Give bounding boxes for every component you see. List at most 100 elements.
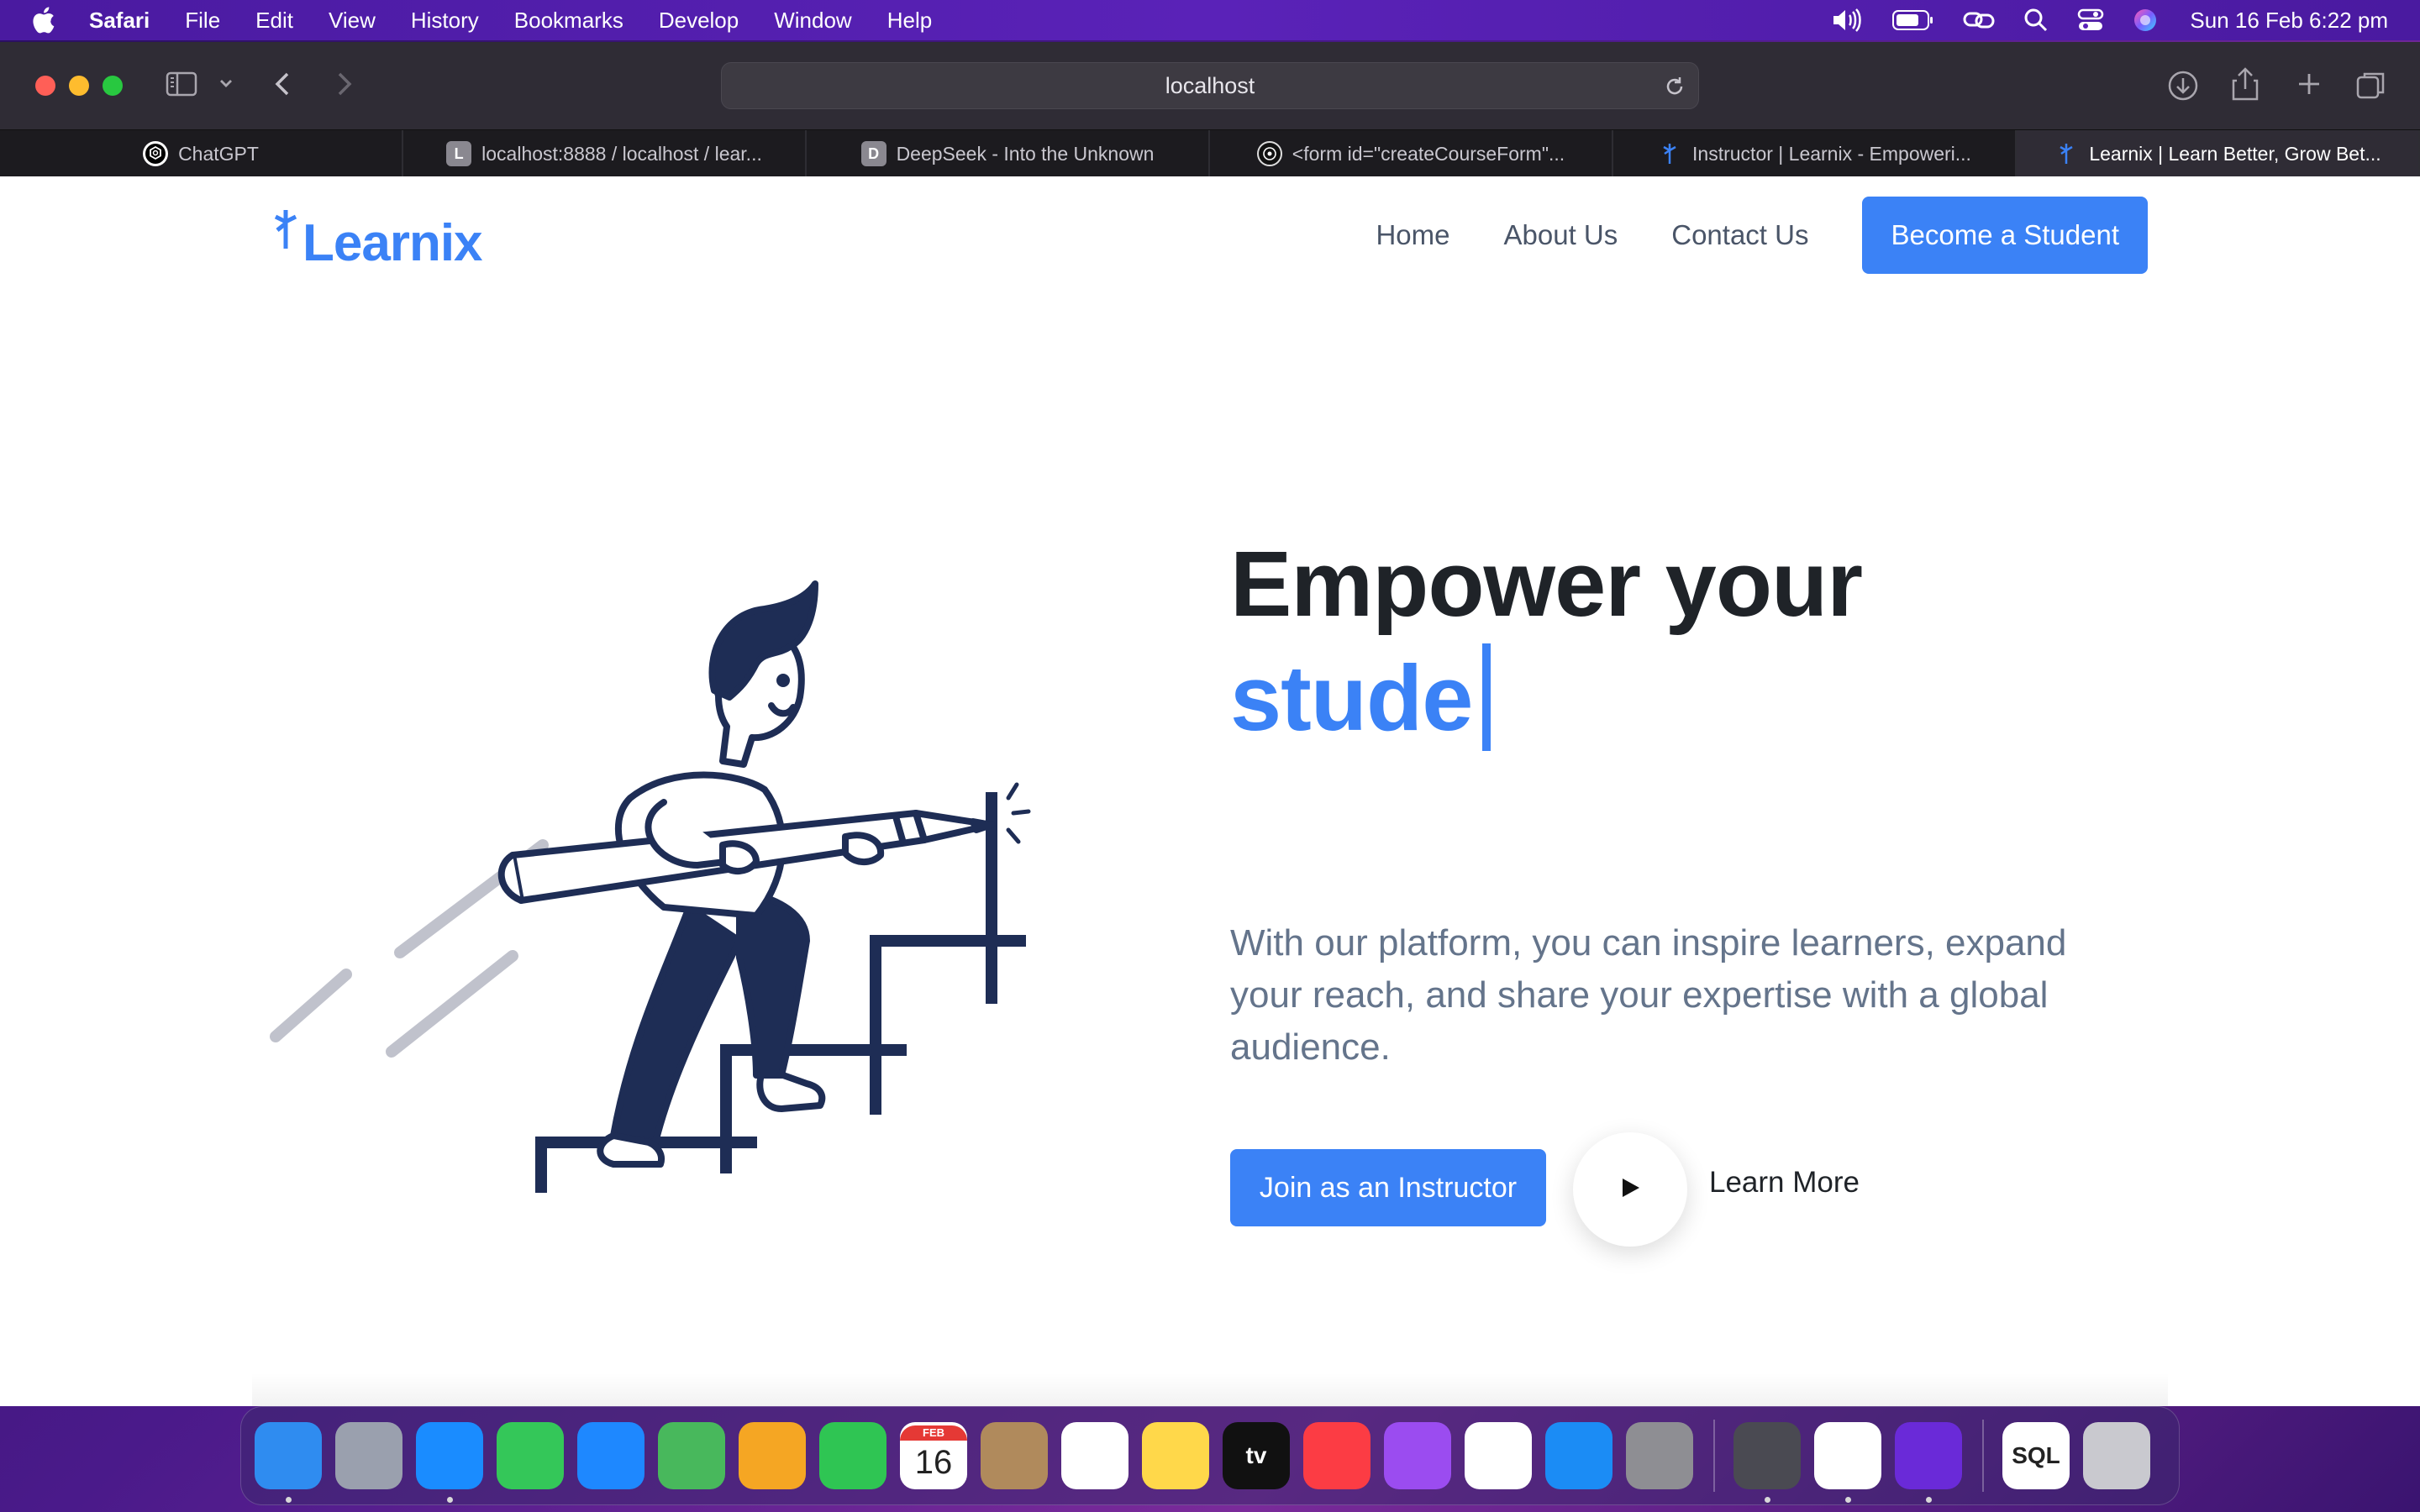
dock-app-maps[interactable] (658, 1422, 725, 1489)
learnix-icon (1657, 141, 1682, 166)
dock-app-notes[interactable] (1142, 1422, 1209, 1489)
dock-app-contacts[interactable] (981, 1422, 1048, 1489)
nav-about-us[interactable]: About Us (1504, 219, 1618, 251)
join-instructor-button[interactable]: Join as an Instructor (1230, 1149, 1546, 1226)
dock-app-tableplus[interactable] (1733, 1422, 1801, 1503)
menu-file[interactable]: File (185, 8, 220, 34)
minimize-window-button[interactable] (69, 76, 89, 96)
tab-phpmyadmin[interactable]: L localhost:8888 / localhost / lear... (403, 130, 807, 177)
dock-app-calendar[interactable]: FEB 16 (900, 1422, 967, 1489)
menubar-clock[interactable]: Sun 16 Feb 6:22 pm (2190, 8, 2388, 34)
dock-app-launchpad[interactable] (335, 1422, 402, 1489)
logo-star-icon (272, 208, 299, 262)
menubar-status-area: Sun 16 Feb 6:22 pm (1803, 0, 2388, 40)
back-arrow-icon[interactable] (271, 69, 296, 99)
address-bar[interactable]: localhost (721, 62, 1699, 109)
nav-contact-us[interactable]: Contact Us (1671, 219, 1808, 251)
sidebar-toggle-icon[interactable] (165, 67, 198, 101)
menu-history[interactable]: History (411, 8, 479, 34)
apple-menu-icon[interactable] (30, 6, 64, 34)
dock-app-reminders[interactable] (1061, 1422, 1128, 1489)
dock-app-trash[interactable] (2083, 1422, 2150, 1489)
dock-app-firefox[interactable] (1895, 1422, 1962, 1503)
tab-favicon-letter: D (860, 141, 886, 166)
dock-running-indicator (1845, 1497, 1851, 1503)
tab-label: Instructor | Learnix - Empoweri... (1692, 142, 1971, 165)
new-tab-icon[interactable] (2294, 69, 2324, 99)
macos-menubar: Safari File Edit View History Bookmarks … (0, 0, 2420, 40)
dock-app-app-store[interactable] (1545, 1422, 1612, 1489)
forward-arrow-icon[interactable] (331, 69, 356, 99)
tab-label: Learnix | Learn Better, Grow Bet... (2089, 142, 2381, 165)
figure (497, 580, 995, 1168)
tab-deepseek[interactable]: D DeepSeek - Into the Unknown (807, 130, 1210, 177)
menu-window[interactable]: Window (774, 8, 851, 34)
dock-app-label: 16 (914, 1443, 953, 1481)
tab-overview-icon[interactable] (2354, 69, 2388, 102)
dock-app-mail[interactable] (577, 1422, 644, 1489)
control-center-icon[interactable] (2077, 8, 2104, 33)
volume-icon[interactable] (1832, 8, 1864, 33)
tab-form-code[interactable]: <form id="createCourseForm"... (1210, 130, 1613, 177)
dock-app-facetime[interactable] (819, 1422, 886, 1489)
chevron-down-icon[interactable] (217, 74, 235, 92)
dock-app-music[interactable] (1303, 1422, 1370, 1489)
downloads-icon[interactable] (2166, 69, 2200, 102)
dock-app-messages[interactable] (497, 1422, 564, 1489)
window-controls (35, 76, 136, 96)
menu-bookmarks[interactable]: Bookmarks (514, 8, 623, 34)
menu-edit[interactable]: Edit (255, 8, 293, 34)
search-icon[interactable] (2023, 8, 2049, 33)
spark (1006, 782, 1031, 844)
dock-running-indicator (1765, 1497, 1770, 1503)
battery-icon[interactable] (1892, 9, 1934, 31)
dock-app-label: SQL (2012, 1442, 2060, 1468)
dock-app-system-settings[interactable] (1626, 1422, 1693, 1489)
dock-app-photos[interactable] (739, 1422, 806, 1489)
hero-heading-typed: stude (1230, 642, 1507, 756)
section-divider-shadow (252, 1373, 2168, 1406)
dock-app-news[interactable] (1465, 1422, 1532, 1489)
site-logo-text: Learnix (302, 214, 483, 272)
zoom-window-button[interactable] (103, 76, 123, 96)
tab-favicon-letter: L (446, 141, 472, 166)
menu-help[interactable]: Help (887, 8, 932, 34)
dock-app-safari[interactable] (416, 1422, 483, 1503)
dock-app-sql-file[interactable]: SQL (2002, 1422, 2070, 1489)
dock-app-label: tv (1245, 1442, 1267, 1468)
address-bar-url: localhost (1165, 72, 1255, 98)
safari-window: localhost ChatGPT L localhost:8888 / loc (0, 42, 2420, 1406)
link-icon[interactable] (1963, 8, 1995, 33)
site-logo[interactable]: Learnix (272, 210, 483, 273)
dock-running-indicator (286, 1497, 292, 1503)
nav-home[interactable]: Home (1376, 219, 1449, 251)
dock-separator (1982, 1420, 1984, 1492)
tab-label: localhost:8888 / localhost / lear... (481, 142, 762, 165)
play-video-button[interactable] (1573, 1132, 1687, 1247)
become-student-button[interactable]: Become a Student (1862, 197, 2148, 274)
tab-label: DeepSeek - Into the Unknown (896, 142, 1155, 165)
menu-develop[interactable]: Develop (659, 8, 739, 34)
tab-instructor[interactable]: Instructor | Learnix - Empoweri... (1613, 130, 2017, 177)
dock-app-finder[interactable] (255, 1422, 322, 1503)
dock-separator (1713, 1420, 1715, 1492)
hero-heading: Empower your stude (1230, 528, 1863, 759)
dock-app-podcasts[interactable] (1384, 1422, 1451, 1489)
tab-learnix-active[interactable]: Learnix | Learn Better, Grow Bet... (2017, 130, 2420, 177)
learn-more-link[interactable]: Learn More (1709, 1166, 1860, 1200)
tab-chatgpt[interactable]: ChatGPT (0, 130, 403, 177)
hero-description: With our platform, you can inspire learn… (1230, 922, 2067, 1068)
share-icon[interactable] (2230, 66, 2260, 102)
dock-app-vs-code[interactable] (1814, 1422, 1881, 1503)
learnix-icon (2054, 141, 2079, 166)
menu-view[interactable]: View (329, 8, 376, 34)
hero-heading-line1: Empower your (1230, 533, 1863, 636)
dock-app-apple-tv[interactable]: tv (1223, 1422, 1290, 1489)
dock-app-sublabel: FEB (900, 1425, 967, 1441)
chatgpt-icon (143, 141, 169, 166)
siri-icon[interactable] (2133, 8, 2158, 33)
close-window-button[interactable] (35, 76, 55, 96)
menu-app-name[interactable]: Safari (89, 8, 150, 34)
reload-icon[interactable] (1663, 75, 1686, 104)
main-nav: Home About Us Contact Us Become a Studen… (1376, 197, 2148, 274)
